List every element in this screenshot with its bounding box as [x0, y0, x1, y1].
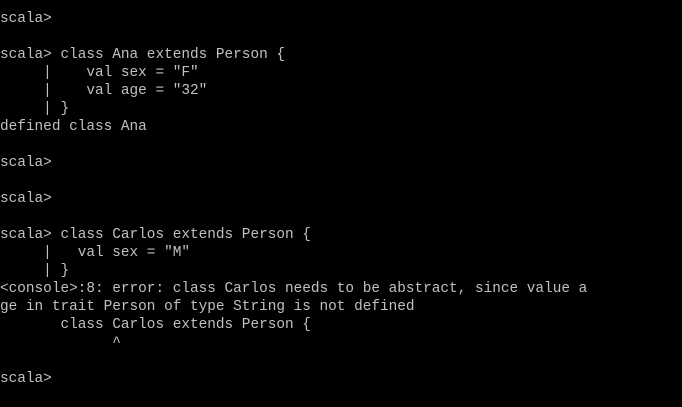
error-source-line: class Carlos extends Person { — [0, 317, 311, 333]
error-line: ge in trait Person of type String is not… — [0, 299, 415, 315]
active-prompt-line[interactable]: scala> — [0, 370, 682, 388]
prompt-line: scala> — [0, 11, 52, 27]
input-line: scala> class Ana extends Person { — [0, 47, 285, 63]
continuation-line: | val sex = "F" — [0, 65, 199, 81]
prompt-line: scala> — [0, 191, 52, 207]
continuation-line: | val age = "32" — [0, 83, 208, 99]
error-caret-line: ^ — [0, 335, 121, 351]
continuation-line: | } — [0, 101, 70, 117]
error-line: <console>:8: error: class Carlos needs t… — [0, 281, 588, 297]
input-line: scala> class Carlos extends Person { — [0, 227, 311, 243]
continuation-line: | } — [0, 263, 70, 279]
prompt-line: scala> — [0, 155, 52, 171]
terminal-window[interactable]: scala> scala> class Ana extends Person {… — [0, 0, 682, 407]
output-line: defined class Ana — [0, 119, 147, 135]
continuation-line: | val sex = "M" — [0, 245, 190, 261]
